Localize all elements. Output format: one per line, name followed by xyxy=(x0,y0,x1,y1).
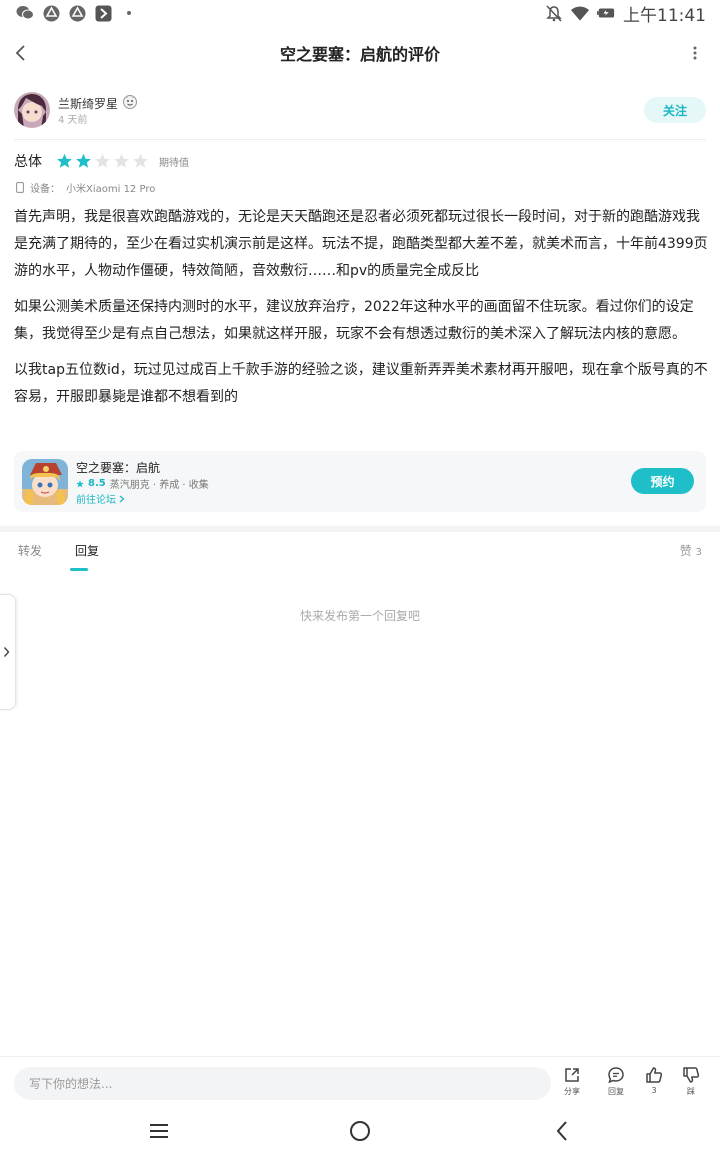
app-icon xyxy=(68,4,86,22)
comment-input[interactable] xyxy=(14,1067,551,1100)
like-count: 3 xyxy=(651,1086,657,1095)
home-icon xyxy=(350,1121,370,1141)
comment-icon xyxy=(608,1067,624,1084)
star-empty-icon xyxy=(114,153,129,168)
battery-icon xyxy=(597,4,615,22)
thumbs-up-icon xyxy=(646,1067,663,1083)
share-icon xyxy=(565,1068,579,1082)
review-paragraph: 以我tap五位数id，玩过见过成百上千款手游的经验之谈，建议重新弄弄美术素材再开… xyxy=(14,362,708,405)
tab-indicator xyxy=(70,568,88,571)
rating-text: 期待值 xyxy=(159,157,189,169)
menu-icon xyxy=(150,1124,168,1138)
review-author: 兰斯绮罗星 4 天前 关注 xyxy=(14,92,706,138)
star-icon xyxy=(76,479,84,487)
share-label: 分享 xyxy=(564,1087,580,1096)
forum-link-label: 前往论坛 xyxy=(76,495,116,506)
star-rating xyxy=(56,153,149,169)
reply-tabs: 转发 回复 赞 3 xyxy=(0,532,720,572)
more-menu-button[interactable] xyxy=(680,38,710,68)
thumbs-down-icon xyxy=(683,1067,700,1083)
share-button[interactable]: 分享 xyxy=(557,1066,587,1097)
post-time: 4 天前 xyxy=(58,115,88,126)
badge-icon xyxy=(122,94,138,113)
chevron-right-icon xyxy=(3,647,10,657)
device-model: 小米Xiaomi 12 Pro xyxy=(66,184,156,195)
tab-repost[interactable]: 转发 xyxy=(18,542,42,559)
star-filled-icon xyxy=(57,153,72,168)
star-empty-icon xyxy=(95,153,110,168)
game-name: 空之要塞：启航 xyxy=(76,461,161,475)
likes-label: 赞 xyxy=(679,544,692,558)
top-app-bar: 空之要塞：启航的评价 xyxy=(0,28,720,78)
more-vertical-icon xyxy=(693,46,697,60)
app-icon xyxy=(42,4,60,22)
chevron-left-icon xyxy=(15,45,25,61)
star-empty-icon xyxy=(133,153,148,168)
phone-icon xyxy=(16,182,24,193)
avatar[interactable] xyxy=(14,92,50,128)
review-body: 首先声明，我是很喜欢跑酷游戏的，无论是天天酷跑还是忍者必须死都玩过很长一段时间，… xyxy=(14,204,708,420)
forum-link[interactable]: 前往论坛 xyxy=(76,491,125,506)
dislike-label: 踩 xyxy=(687,1087,695,1096)
divider xyxy=(14,139,706,140)
app-icon xyxy=(94,4,112,22)
reply-button[interactable]: 回复 xyxy=(601,1066,631,1097)
back-nav-button[interactable] xyxy=(549,1118,575,1144)
status-system: 上午11:41 xyxy=(545,1,706,26)
dot-icon xyxy=(120,4,138,22)
game-meta: 8.5 蒸汽朋克 · 养成 · 收集 xyxy=(76,476,209,491)
status-bar: 上午11:41 xyxy=(0,0,720,26)
comment-bar: 分享 回复 3 踩 xyxy=(0,1056,720,1108)
back-button[interactable] xyxy=(6,38,36,68)
home-nav-button[interactable] xyxy=(347,1118,373,1144)
reply-label: 回复 xyxy=(608,1087,624,1096)
status-time: 上午11:41 xyxy=(623,5,706,26)
author-name[interactable]: 兰斯绮罗星 xyxy=(58,95,118,112)
likes-summary[interactable]: 赞 3 xyxy=(680,542,702,559)
rating-label: 总体 xyxy=(14,154,42,170)
like-button[interactable]: 3 xyxy=(639,1066,669,1095)
system-nav-bar xyxy=(0,1108,720,1152)
back-icon xyxy=(556,1121,567,1141)
status-notifications xyxy=(16,4,138,22)
wifi-icon xyxy=(571,4,589,22)
game-icon xyxy=(22,459,68,505)
game-score: 8.5 xyxy=(88,478,106,489)
game-tags: 蒸汽朋克 · 养成 · 收集 xyxy=(109,480,209,491)
review-paragraph: 首先声明，我是很喜欢跑酷游戏的，无论是天天酷跑还是忍者必须死都玩过很长一段时间，… xyxy=(14,209,708,279)
empty-replies-text: 快来发布第一个回复吧 xyxy=(299,609,420,623)
tab-replies[interactable]: 回复 xyxy=(75,542,99,559)
star-filled-icon xyxy=(76,153,91,168)
menu-nav-button[interactable] xyxy=(146,1118,172,1144)
likes-count: 3 xyxy=(695,547,702,558)
wechat-icon xyxy=(16,4,34,22)
dislike-button[interactable]: 踩 xyxy=(676,1066,706,1097)
follow-button[interactable]: 关注 xyxy=(644,97,706,123)
device-label: 设备： xyxy=(30,184,60,195)
device-info: 设备： 小米Xiaomi 12 Pro xyxy=(16,180,155,195)
game-card[interactable]: 空之要塞：启航 8.5 蒸汽朋克 · 养成 · 收集 前往论坛 预约 xyxy=(14,451,706,512)
review-paragraph: 如果公测美术质量还保持内测时的水平，建议放弃治疗，2022年这种水平的画面留不住… xyxy=(14,299,694,342)
page-title: 空之要塞：启航的评价 xyxy=(279,45,440,64)
reserve-button[interactable]: 预约 xyxy=(631,468,694,494)
chevron-right-icon xyxy=(119,495,125,503)
rating-row: 总体 期待值 xyxy=(14,150,189,172)
side-drawer-handle[interactable] xyxy=(0,594,16,710)
mute-icon xyxy=(545,4,563,22)
